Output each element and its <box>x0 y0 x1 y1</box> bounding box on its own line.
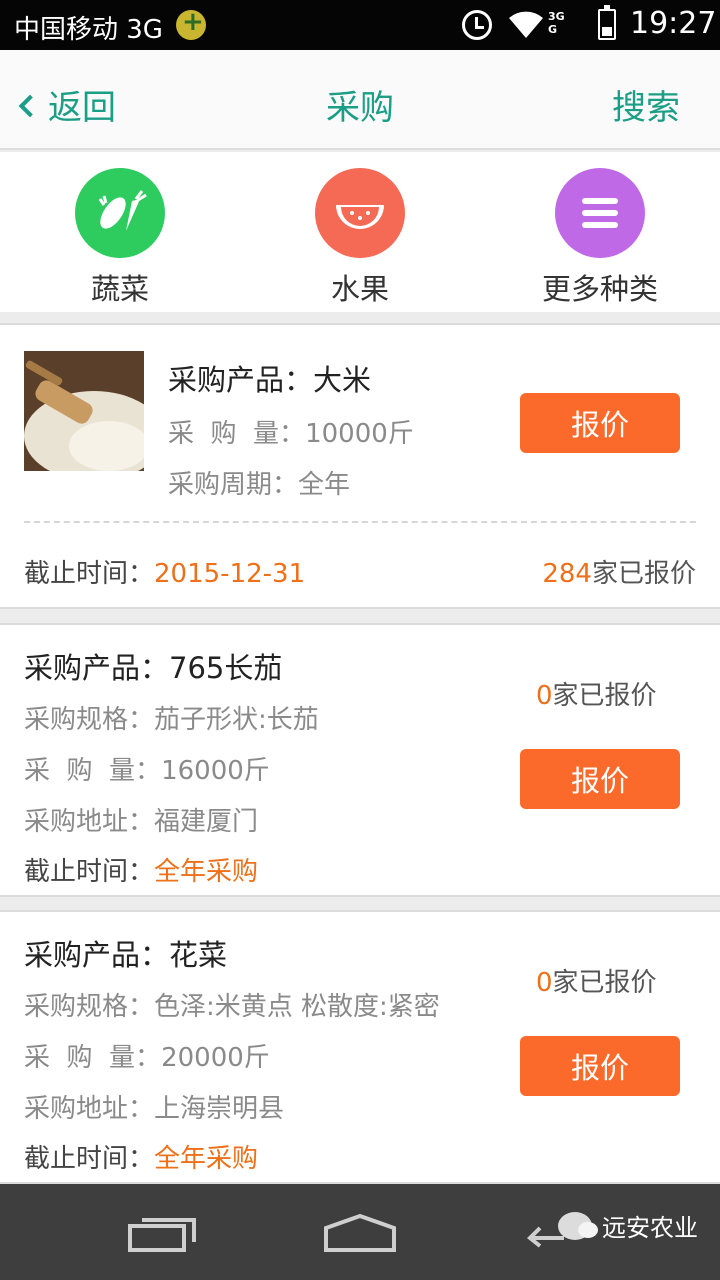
wifi-icon <box>509 11 543 38</box>
listing-card[interactable]: 采购产品：花菜 采购规格：色泽:米黄点 松散度:紧密 采 购 量：20000斤 … <box>0 910 720 1184</box>
quantity-label: 采 购 量： <box>24 756 162 786</box>
quantity-row: 采 购 量：20000斤 <box>24 1037 270 1074</box>
spec-label: 采购规格： <box>24 705 155 735</box>
product-label: 采购产品： <box>24 651 170 685</box>
quote-count: 0家已报价 <box>536 962 657 999</box>
deadline-row: 截止时间：2015-12-31 <box>24 553 305 590</box>
quote-count-number: 0 <box>536 681 553 711</box>
app-header: 返回 采购 搜索 <box>0 50 720 150</box>
quantity-label: 采 购 量： <box>168 419 306 449</box>
home-icon[interactable] <box>322 1212 398 1254</box>
category-more[interactable]: 更多种类 <box>480 152 720 312</box>
wechat-icon <box>558 1211 598 1240</box>
divider <box>24 521 696 523</box>
period-value: 全年 <box>298 470 351 500</box>
quantity-value: 10000斤 <box>305 419 414 449</box>
quote-count-suffix: 家已报价 <box>552 968 657 998</box>
spec-row: 采购规格：茄子形状:长茄 <box>24 699 319 736</box>
product-name: 765长茄 <box>169 651 283 685</box>
category-vegetable[interactable]: 蔬菜 <box>0 152 240 312</box>
alarm-icon <box>462 10 492 40</box>
address-value: 福建厦门 <box>154 807 259 837</box>
menu-icon <box>555 168 645 258</box>
recent-apps-icon[interactable] <box>128 1214 198 1254</box>
product-title: 采购产品：765长茄 <box>24 645 282 687</box>
product-title: 采购产品：花菜 <box>24 932 227 974</box>
quantity-value: 20000斤 <box>161 1043 270 1073</box>
period-label: 采购周期： <box>168 470 299 500</box>
deadline-value: 全年采购 <box>154 857 259 887</box>
network-indicator: 3G G <box>548 10 565 36</box>
deadline-row: 截止时间：全年采购 <box>24 851 258 888</box>
carrier-app-icon <box>176 7 206 40</box>
quantity-value: 16000斤 <box>161 756 270 786</box>
quote-count-suffix: 家已报价 <box>591 559 696 589</box>
address-row: 采购地址：福建厦门 <box>24 801 258 838</box>
carrier-name: 中国移动 3G <box>14 15 163 45</box>
watermark-text: 远安农业 <box>602 1214 698 1242</box>
category-bar: 蔬菜 水果 更多种类 <box>0 152 720 312</box>
vegetable-icon <box>75 168 165 258</box>
quote-count-number: 284 <box>542 559 592 589</box>
quote-button[interactable]: 报价 <box>520 749 680 809</box>
quote-button[interactable]: 报价 <box>520 393 680 453</box>
deadline-label: 截止时间： <box>24 559 155 589</box>
deadline-row: 截止时间：全年采购 <box>24 1138 258 1175</box>
network-3g-label: 3G <box>548 10 565 23</box>
address-label: 采购地址： <box>24 807 155 837</box>
product-image <box>24 351 144 471</box>
spec-value: 色泽:米黄点 松散度:紧密 <box>154 992 440 1022</box>
product-name: 花菜 <box>169 938 228 972</box>
deadline-value: 2015-12-31 <box>154 559 306 589</box>
quote-count: 284家已报价 <box>542 553 696 590</box>
quote-button[interactable]: 报价 <box>520 1036 680 1096</box>
watermelon-icon <box>315 168 405 258</box>
product-title: 采购产品：大米 <box>168 357 371 399</box>
quote-count-number: 0 <box>536 968 553 998</box>
system-nav-bar: 远安农业 <box>0 1184 720 1280</box>
deadline-label: 截止时间： <box>24 857 155 887</box>
category-label: 更多种类 <box>541 272 658 306</box>
clock: 19:27 <box>630 6 717 41</box>
network-g-label: G <box>548 23 558 36</box>
spec-label: 采购规格： <box>24 992 155 1022</box>
spec-value: 茄子形状:长茄 <box>154 705 319 735</box>
quote-count-suffix: 家已报价 <box>552 681 657 711</box>
period-row: 采购周期：全年 <box>168 464 350 501</box>
quantity-row: 采 购 量：16000斤 <box>24 750 270 787</box>
category-fruit[interactable]: 水果 <box>240 152 480 312</box>
address-label: 采购地址： <box>24 1094 155 1124</box>
product-label: 采购产品： <box>24 938 170 972</box>
quantity-row: 采 购 量：10000斤 <box>168 413 414 450</box>
listing-card[interactable]: 采购产品：大米 采 购 量：10000斤 采购周期：全年 报价 截止时间：201… <box>0 323 720 609</box>
product-label: 采购产品： <box>168 363 314 397</box>
category-label: 水果 <box>330 272 389 306</box>
watermark: 远安农业 <box>558 1208 698 1243</box>
spec-row: 采购规格：色泽:米黄点 松散度:紧密 <box>24 986 440 1023</box>
status-bar: 中国移动 3G 3G G 19:27 <box>0 0 720 50</box>
deadline-value: 全年采购 <box>154 1144 259 1174</box>
listing-card[interactable]: 采购产品：765长茄 采购规格：茄子形状:长茄 采 购 量：16000斤 采购地… <box>0 623 720 897</box>
search-button[interactable]: 搜索 <box>612 80 680 129</box>
quantity-label: 采 购 量： <box>24 1043 162 1073</box>
product-name: 大米 <box>313 363 372 397</box>
battery-icon <box>598 5 616 40</box>
quote-count: 0家已报价 <box>536 675 657 712</box>
address-value: 上海崇明县 <box>154 1094 285 1124</box>
deadline-label: 截止时间： <box>24 1144 155 1174</box>
address-row: 采购地址：上海崇明县 <box>24 1088 284 1125</box>
category-label: 蔬菜 <box>90 272 149 306</box>
